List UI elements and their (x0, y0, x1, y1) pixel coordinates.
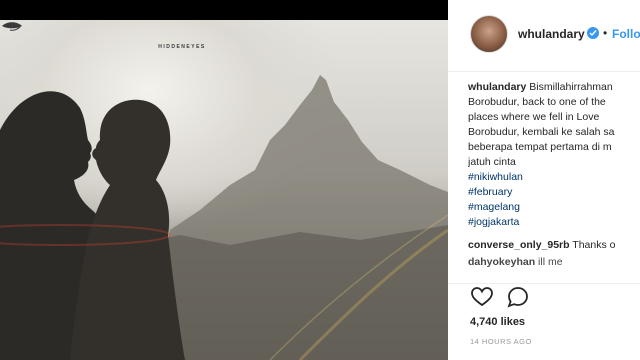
action-bar (448, 283, 640, 311)
top-black-bar (0, 0, 448, 20)
hashtag-link[interactable]: #magelang (468, 200, 640, 215)
follow-button[interactable]: Follow (612, 27, 640, 41)
hashtag-link[interactable]: #february (468, 185, 640, 200)
caption-text: jatuh cinta (468, 156, 516, 168)
comments-section: whulandary Bismillahirrahman Borobudur, … (468, 80, 640, 280)
comment-bubble-icon[interactable] (506, 285, 530, 309)
caption-author[interactable]: whulandary (468, 81, 526, 93)
comment-item: converse_only_95rb Thanks o (468, 238, 640, 253)
post-timestamp: 14 HOURS AGO (470, 337, 532, 346)
photo-scene (0, 75, 448, 360)
post-photo[interactable]: HIDDENEYES (0, 20, 448, 360)
verified-badge-icon (587, 27, 599, 39)
post-header: whulandary • Follow (448, 0, 640, 72)
comment-text: ill me (538, 256, 563, 268)
hashtag-link[interactable]: #nikiwhulan (468, 170, 640, 185)
caption-text: Bismillahirrahman (529, 81, 613, 93)
caption-line: whulandary Bismillahirrahman (468, 80, 640, 95)
header-username[interactable]: whulandary (518, 27, 585, 41)
comment-author[interactable]: dahyokeyhan (468, 256, 535, 268)
caption-text: beberapa tempat pertama di m (468, 141, 612, 153)
likes-count[interactable]: 4,740 likes (470, 316, 525, 328)
caption-text: Borobudur, back to one of the (468, 96, 606, 108)
brand-watermark: HIDDENEYES (150, 31, 214, 50)
avatar[interactable] (470, 15, 508, 53)
brand-name: HIDDENEYES (158, 44, 206, 50)
separator-dot: • (603, 26, 608, 40)
caption-text: Borobudur, kembali ke salah sa (468, 126, 615, 138)
comment-text: Thanks o (572, 239, 616, 251)
heart-icon[interactable] (470, 285, 494, 309)
comment-item: dahyokeyhan ill me (468, 255, 640, 270)
hiddeneyes-logo-icon (2, 22, 22, 31)
caption-text: places where we fell in Love (468, 111, 600, 123)
post-sidebar: whulandary • Follow whulandary Bismillah… (448, 0, 640, 360)
hashtag-link[interactable]: #jogjakarta (468, 215, 640, 230)
comment-author[interactable]: converse_only_95rb (468, 239, 570, 251)
